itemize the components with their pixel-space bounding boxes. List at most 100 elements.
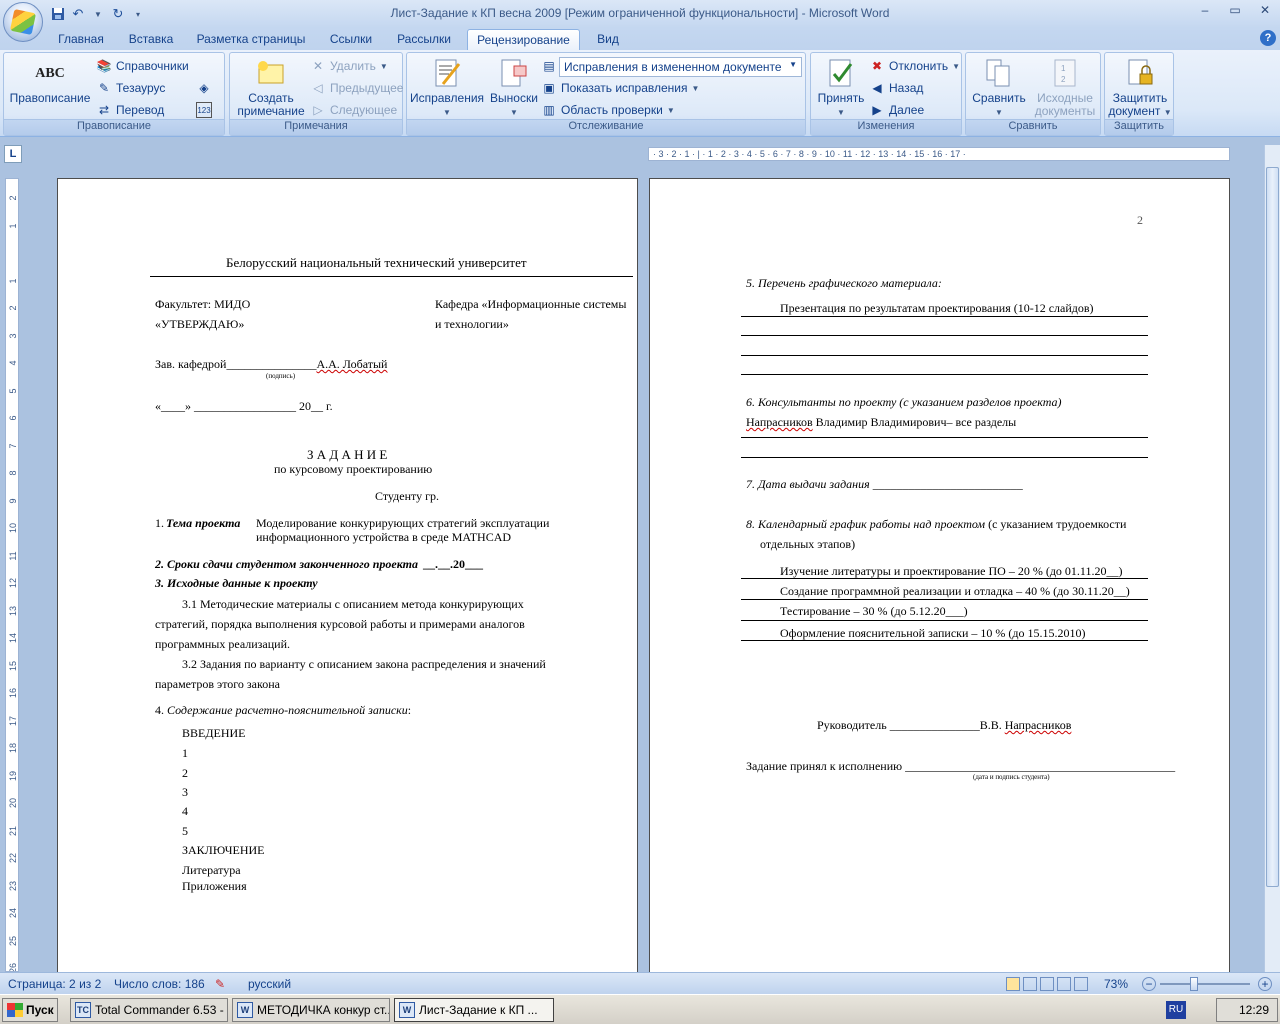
research-button[interactable]: 📚 Справочники [96, 56, 189, 76]
previous-change-button[interactable]: ◀ Назад [869, 78, 923, 98]
protect-document-button[interactable]: Защитить документ ▼ [1107, 57, 1173, 119]
start-button[interactable]: Пуск [2, 998, 58, 1022]
vertical-scrollbar[interactable] [1264, 145, 1280, 972]
vertical-ruler-mark: 18 [8, 743, 18, 754]
accept-button[interactable]: Принять ▼ [813, 57, 869, 119]
item3-1-line-2: стратегий, порядка выполнения курсовой р… [155, 617, 525, 631]
thesaurus-button[interactable]: ✎ Тезаурус [96, 78, 165, 98]
balloons-dropdown-icon: ▼ [510, 108, 518, 117]
vertical-ruler-mark: 24 [8, 908, 18, 919]
task-metodichka[interactable]: W МЕТОДИЧКА конкур ст... [232, 998, 390, 1022]
reject-button[interactable]: ✖ Отклонить ▼ [869, 56, 960, 76]
item6-rule-2 [741, 457, 1148, 458]
vertical-ruler-mark: 14 [8, 633, 18, 644]
zoom-level[interactable]: 73% [1104, 977, 1128, 991]
vertical-ruler-mark: 8 [8, 470, 18, 476]
window-title: Лист-Задание к КП весна 2009 [Режим огра… [390, 6, 890, 20]
tab-view[interactable]: Вид [588, 29, 628, 50]
tab-home[interactable]: Главная [50, 29, 112, 50]
reviewing-pane-button[interactable]: ▥ Область проверки ▼ [541, 100, 674, 120]
vertical-ruler-mark: 2 [8, 195, 18, 201]
scrollbar-thumb[interactable] [1266, 167, 1279, 887]
language-button[interactable]: ◈ [196, 78, 212, 98]
item5-rule-4 [741, 374, 1148, 375]
protect-document-icon [1124, 57, 1156, 89]
print-layout-view-icon[interactable] [1006, 977, 1020, 991]
page-count-status[interactable]: Страница: 2 из 2 [8, 977, 101, 991]
group-proofing: ABC Правописание 📚 Справочники ✎ Тезауру… [3, 52, 225, 136]
office-button[interactable] [3, 2, 43, 42]
schedule-2: Создание программной реализации и отладк… [780, 584, 1130, 598]
accept-dropdown-icon: ▼ [837, 108, 845, 117]
compare-button[interactable]: Сравнить ▼ [968, 57, 1030, 119]
web-layout-view-icon[interactable] [1040, 977, 1054, 991]
schedule-1: Изучение литературы и проектирование ПО … [780, 564, 1123, 578]
spelling-icon: ABC [35, 65, 65, 81]
vertical-ruler[interactable]: 2 1 1 2 3 4 5 6 7 8 9 10 11 12 13 14 15 16 17 18 19 20 21 22 23 2… [5, 178, 19, 972]
tab-review[interactable]: Рецензирование [467, 29, 580, 50]
item5-text: Презентация по результатам проектировани… [780, 301, 1094, 315]
track-changes-button[interactable]: Исправления ▼ [409, 57, 485, 119]
full-screen-view-icon[interactable] [1023, 977, 1037, 991]
help-icon[interactable]: ? [1260, 30, 1276, 46]
input-language-indicator[interactable]: RU [1166, 1001, 1186, 1019]
tab-insert[interactable]: Вставка [120, 29, 182, 50]
tab-mailings[interactable]: Рассылки [390, 29, 458, 50]
group-label-compare: Сравнить [966, 119, 1100, 135]
schedule-rule-2 [741, 599, 1148, 600]
task-total-commander[interactable]: TC Total Commander 6.53 - S... [70, 998, 228, 1022]
zoom-in-button[interactable]: + [1258, 977, 1272, 991]
delete-comment-button[interactable]: ✕ Удалить ▼ [310, 56, 388, 76]
previous-comment-button[interactable]: ◁ Предыдущее [310, 78, 403, 98]
item2-date: __.__.20___ [423, 557, 483, 571]
group-label-tracking: Отслеживание [407, 119, 805, 135]
spelling-button[interactable]: ABC Правописание [8, 57, 92, 105]
document-page-2[interactable]: 2 5. Перечень графического материала: Пр… [649, 178, 1230, 978]
vertical-ruler-mark: 6 [8, 415, 18, 421]
next-change-icon: ▶ [872, 103, 882, 117]
tab-page-layout[interactable]: Разметка страницы [190, 29, 312, 50]
word-count-button[interactable]: 123 [196, 100, 212, 120]
schedule-rule-1 [741, 578, 1148, 579]
maximize-button[interactable]: ▭ [1220, 0, 1250, 20]
word-count-status[interactable]: Число слов: 186 [114, 977, 205, 991]
outline-view-icon[interactable] [1057, 977, 1071, 991]
tab-selector[interactable]: L [4, 145, 22, 163]
show-markup-button[interactable]: ▣ Показать исправления ▼ [541, 78, 699, 98]
draft-view-icon[interactable] [1074, 977, 1088, 991]
system-tray: 12:29 [1216, 998, 1278, 1022]
document-page-1[interactable]: Белорусский национальный технический уни… [57, 178, 638, 978]
translate-button[interactable]: ⇄ Перевод [96, 100, 164, 120]
item6-text: Напрасников Владимир Владимирович– все р… [746, 415, 1017, 429]
proofing-status-icon[interactable]: ✎ [215, 977, 225, 991]
minimize-button[interactable]: – [1190, 0, 1220, 20]
horizontal-ruler[interactable]: · 3 · 2 · 1 · | · 1 · 2 · 3 · 4 · 5 · 6 … [648, 147, 1230, 161]
vertical-ruler-mark: 23 [8, 880, 18, 891]
clock[interactable]: 12:29 [1239, 1003, 1269, 1017]
zoom-slider-thumb[interactable] [1190, 977, 1198, 991]
contents-3: 3 [182, 785, 188, 799]
word-document-icon: W [237, 1002, 253, 1018]
zoom-slider[interactable] [1160, 983, 1250, 985]
next-change-button[interactable]: ▶ Далее [869, 100, 924, 120]
contents-intro: ВВЕДЕНИЕ [182, 726, 246, 740]
task-title: З А Д А Н И Е [307, 447, 388, 462]
language-status[interactable]: русский [248, 977, 291, 991]
item3-1-line-3: программных реализаций. [155, 637, 290, 651]
tab-references[interactable]: Ссылки [322, 29, 380, 50]
group-label-protect: Защитить [1105, 119, 1173, 135]
task-list-zadanie[interactable]: W Лист-Задание к КП ... [394, 998, 554, 1022]
vertical-ruler-mark: 17 [8, 715, 18, 726]
next-comment-button[interactable]: ▷ Следующее [310, 100, 397, 120]
display-for-review-select[interactable]: Исправления в измененном документе ▼ [559, 57, 802, 77]
contents-5: 5 [182, 824, 188, 838]
vertical-ruler-mark: 12 [8, 578, 18, 589]
balloons-button[interactable]: Выноски ▼ [487, 57, 541, 119]
svg-text:1: 1 [1061, 64, 1066, 73]
new-comment-button[interactable]: Создать примечание [232, 57, 310, 118]
zoom-out-button[interactable]: − [1142, 977, 1156, 991]
close-button[interactable]: ✕ [1250, 0, 1280, 20]
item1-text-1: Моделирование конкурирующих стратегий эк… [256, 516, 550, 530]
reject-icon: ✖ [871, 59, 883, 73]
contents-appendix: Приложения [182, 879, 247, 893]
